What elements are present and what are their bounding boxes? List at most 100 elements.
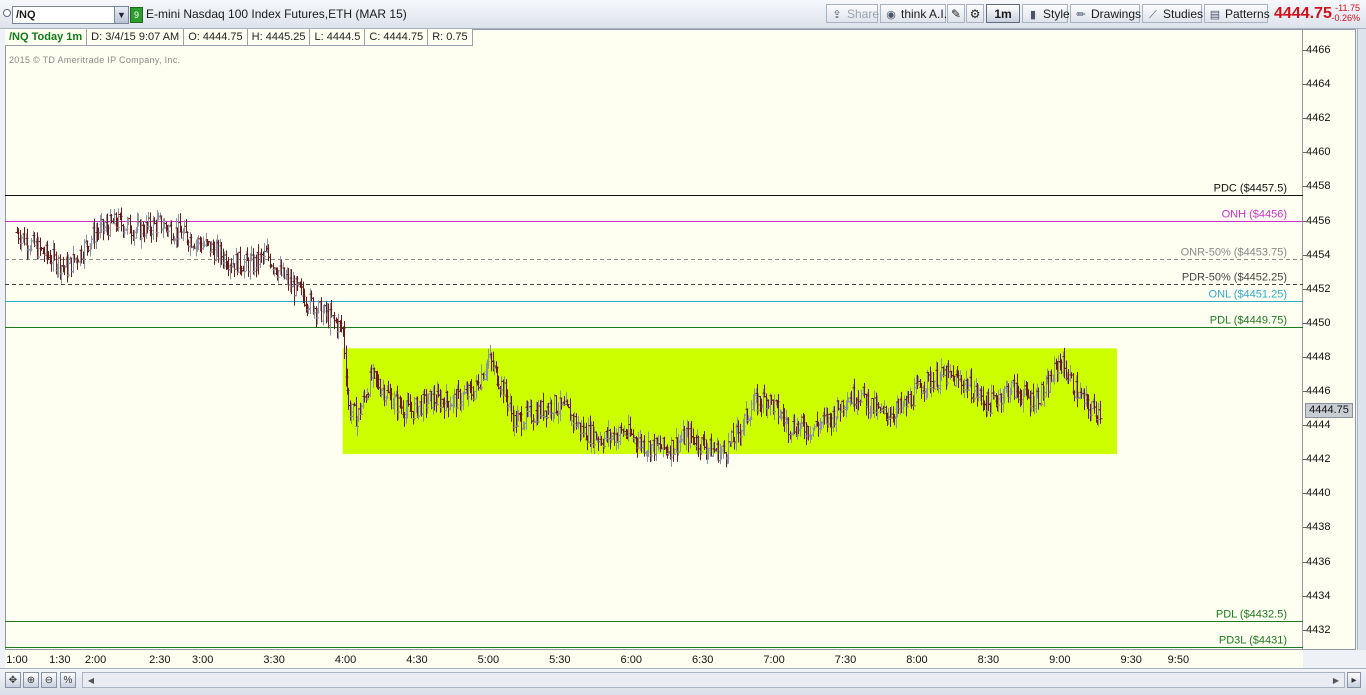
time-tick-label: 5:00 [477, 654, 500, 666]
price-tick-label: 4450 [1306, 316, 1331, 329]
percent-icon: % [63, 675, 73, 686]
scroll-left-icon[interactable]: ◀ [85, 675, 97, 687]
price-tick-label: 4434 [1306, 589, 1331, 602]
current-price-tag: 4444.75 [1305, 403, 1353, 418]
price-tick-mark [1303, 595, 1306, 597]
think-ai-button[interactable]: ◉ think A.I. [880, 4, 947, 23]
time-tick-label: 1:00 [6, 654, 28, 666]
price-chart[interactable]: PDC ($4457.5) ONH ($4456) ONR-50% ($4453.7… [5, 29, 1303, 650]
studies-icon: ⟋ [1149, 9, 1157, 21]
net-change-value: -11.75 [1335, 3, 1360, 13]
level-label: ONH ($4456) [1222, 209, 1287, 221]
level-label: PDL ($4432.5) [1216, 609, 1287, 621]
pan-button[interactable]: ✥ [5, 672, 21, 688]
price-tick-mark [1303, 527, 1306, 529]
time-axis[interactable]: 1:00 1:30 2:00 2:30 3:00 3:30 4:00 4:30 5:00 5:30… [5, 650, 1303, 668]
price-tick-mark [1303, 425, 1306, 427]
price-tick-label: 4446 [1306, 385, 1331, 397]
settings-button[interactable]: ⚙ [966, 4, 984, 23]
symbol-input[interactable]: /NQ [12, 6, 117, 24]
patterns-button[interactable]: ▤ Patterns [1204, 4, 1270, 23]
tools-button[interactable]: ✎ [947, 4, 965, 23]
percent-scale-button[interactable]: % [60, 672, 76, 688]
price-tick-mark [1303, 186, 1306, 188]
price-tick-mark [1303, 118, 1306, 120]
crosshair-icon: ✥ [8, 675, 18, 686]
price-tick-mark [1303, 254, 1306, 256]
zoom-button[interactable]: ⊕ [23, 672, 39, 688]
copyright-notice: 2015 © TD Ameritrade IP Company, Inc. [9, 55, 181, 65]
price-tick-mark [1303, 493, 1306, 495]
price-tick-label: 4460 [1306, 146, 1331, 159]
price-tick-mark [1303, 220, 1306, 222]
symbol-selector-icon[interactable] [3, 9, 11, 17]
level-label: PDC ($4457.5) [1214, 183, 1287, 195]
net-change: -11.75 -0.26% [1330, 3, 1360, 23]
study-label[interactable]: /NQ Today 1m [5, 29, 88, 46]
time-tick-label: 3:00 [191, 654, 214, 666]
pencil-icon: ✏ [1076, 9, 1086, 21]
instrument-description: E-mini Nasdaq 100 Index Futures,ETH (MAR… [146, 7, 407, 21]
price-tick-mark [1303, 561, 1306, 563]
time-tick-label: 3:30 [263, 654, 285, 666]
bar-high: H: 4445.25 [247, 29, 311, 46]
time-tick-label: 4:00 [334, 654, 357, 666]
price-tick-label: 4456 [1306, 214, 1331, 227]
price-tick-mark [1303, 152, 1306, 154]
price-tick-label: 4444 [1306, 419, 1331, 432]
price-tick-mark [1303, 50, 1306, 51]
price-tick-mark [1303, 459, 1306, 461]
time-tick-label: 4:30 [406, 654, 428, 666]
timeframe-button[interactable]: 1m [986, 4, 1020, 23]
price-tick-mark [1303, 391, 1306, 392]
price-tick-label: 4436 [1306, 555, 1331, 568]
zoom-out-button[interactable]: ⊖ [41, 672, 57, 688]
level-label: ONR-50% ($4453.75) [1181, 247, 1287, 259]
price-tick-label: 4448 [1306, 350, 1331, 363]
expand-right-button[interactable]: ▸ [1347, 672, 1361, 688]
bottom-toolbar: ✥ ⊕ ⊖ % ◀ ▶ ▸ [0, 668, 1366, 695]
time-tick-label: 7:00 [763, 654, 785, 666]
time-tick-label: 9:50 [1167, 654, 1190, 666]
time-tick-label: 7:30 [834, 654, 857, 666]
studies-button[interactable]: ⟋ Studies [1142, 4, 1203, 23]
bar-low: L: 4444.5 [310, 29, 366, 46]
symbol-dropdown-button[interactable]: ▼ [114, 6, 129, 24]
horizontal-scrollbar[interactable]: ◀ ▶ [82, 672, 1345, 688]
chevron-right-icon: ▸ [1351, 675, 1357, 686]
candlestick-icon: ▮ [1029, 9, 1037, 21]
zoom-out-icon: ⊖ [44, 675, 54, 686]
patterns-icon: ▤ [1209, 9, 1221, 21]
zoom-icon: ⊕ [26, 675, 36, 686]
bar-range: R: 0.75 [428, 29, 473, 46]
share-button[interactable]: ⇪ Share [826, 4, 879, 23]
level-label: PDR-50% ($4452.25) [1182, 272, 1287, 284]
bar-open: O: 4444.75 [184, 29, 248, 46]
drawings-button[interactable]: ✏ Drawings [1070, 4, 1141, 23]
last-price: 4444.75 [1274, 5, 1332, 22]
price-tick-label: 4438 [1306, 521, 1331, 534]
link-group-badge[interactable]: 9 [130, 7, 143, 23]
price-tick-mark [1303, 84, 1306, 86]
scroll-right-icon[interactable]: ▶ [1330, 675, 1342, 687]
time-tick-label: 9:00 [1049, 654, 1071, 666]
vertical-scrollbar[interactable] [1357, 29, 1366, 650]
price-tick-label: 4452 [1306, 282, 1331, 295]
style-button[interactable]: ▮ Style [1022, 4, 1070, 23]
time-tick-label: 6:00 [620, 654, 642, 666]
price-tick-mark [1303, 356, 1306, 358]
price-tick-label: 4432 [1306, 623, 1331, 636]
level-label: PD3L ($4431) [1219, 635, 1287, 647]
time-tick-label: 8:30 [977, 654, 1000, 666]
price-tick-mark [1303, 629, 1306, 631]
price-tick-label: 4462 [1306, 112, 1331, 125]
chart-toolbar: /NQ ▼ 9 E-mini Nasdaq 100 Index Futures,… [0, 0, 1366, 29]
price-tick-mark [1303, 322, 1306, 324]
time-tick-label: 2:30 [149, 654, 171, 666]
time-tick-label: 9:30 [1120, 654, 1142, 666]
percent-change-value: -0.26% [1331, 13, 1360, 23]
level-label: ONL ($4451.25) [1209, 289, 1287, 301]
price-tick-label: 4464 [1306, 78, 1331, 91]
price-tick-label: 4458 [1306, 180, 1331, 193]
price-tick-label: 4442 [1306, 453, 1331, 466]
